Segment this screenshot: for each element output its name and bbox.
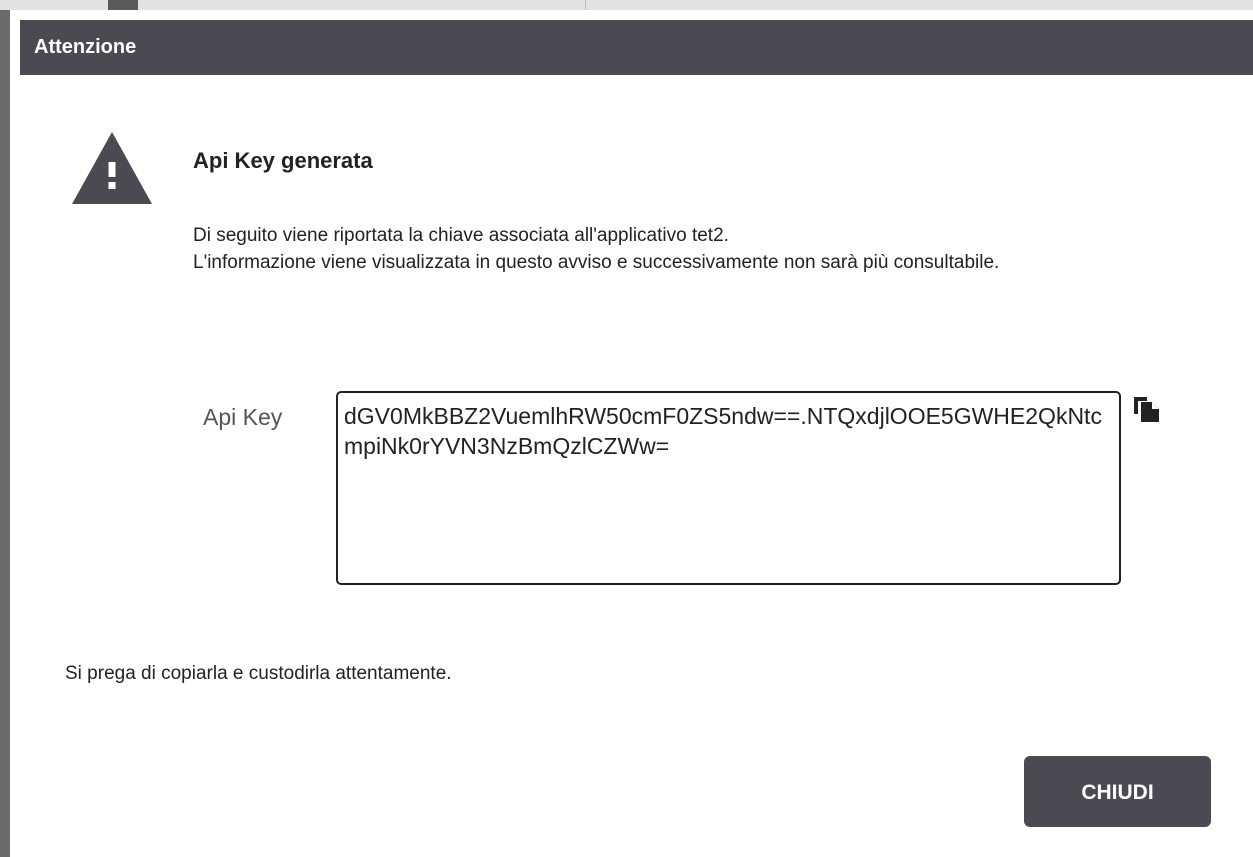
footer-note: Si prega di copiarla e custodirla attent… [65,663,452,684]
backdrop-top-block [108,0,138,10]
alert-dialog: Attenzione Api Key generata Di seguito v… [20,20,1253,857]
api-key-label: Api Key [203,404,283,430]
message-line: Di seguito viene riportata la chiave ass… [193,225,729,246]
backdrop-left-strip [0,0,10,857]
close-button[interactable]: CHIUDI [1024,756,1211,827]
api-key-field[interactable]: dGV0MkBBZ2VuemlhRW50cmF0ZS5ndw==.NTQxdjl… [336,391,1121,585]
message-body: Di seguito viene riportata la chiave ass… [193,222,1193,276]
copy-icon[interactable] [1132,394,1162,424]
message-line: L'informazione viene visualizzata in que… [193,252,1000,273]
message-title: Api Key generata [193,148,373,173]
warning-triangle-icon [72,132,152,204]
dialog-title: Attenzione [20,20,1253,75]
backdrop-top-divider [585,0,586,10]
backdrop-top-strip [0,0,1253,10]
